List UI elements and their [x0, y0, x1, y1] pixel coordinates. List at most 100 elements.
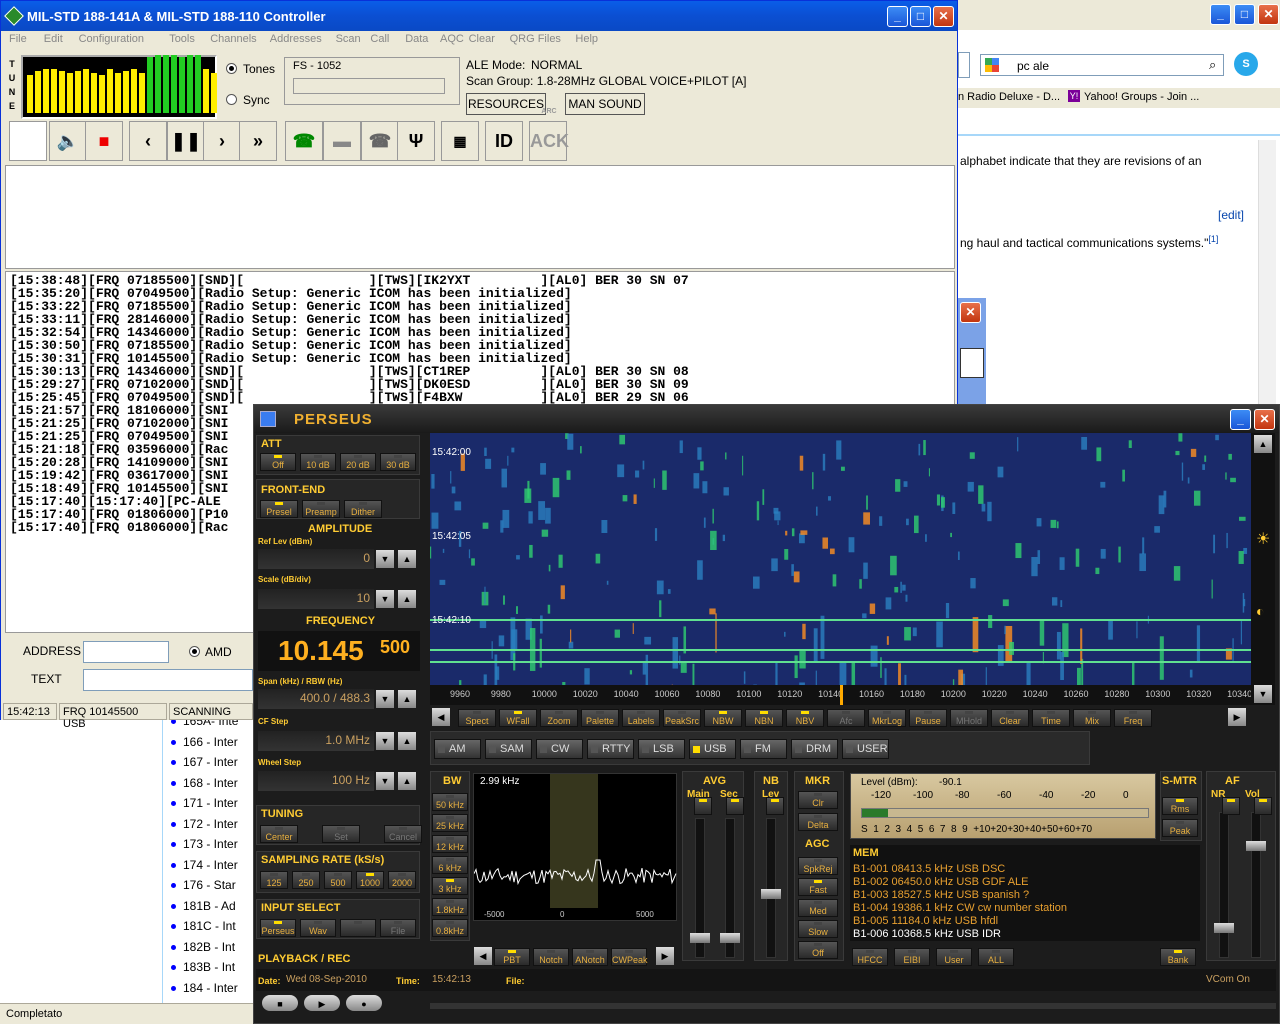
led-toggle[interactable] [1254, 797, 1272, 815]
bw-button-0-8khz[interactable]: 0.8kHz [432, 919, 468, 937]
perseus-button-user[interactable]: User [936, 948, 972, 966]
perseus-button-off[interactable]: Off [260, 453, 296, 471]
agc-button-slow[interactable]: Slow [798, 920, 838, 938]
agc-button-off[interactable]: Off [798, 941, 838, 959]
list-item[interactable]: 166 - Inter [171, 735, 238, 749]
address-field[interactable] [83, 641, 169, 663]
phone-off-icon[interactable]: ☎ [361, 121, 399, 161]
menu-item-channels[interactable]: Channels [210, 33, 256, 45]
close-icon[interactable]: ✕ [960, 302, 981, 323]
man-sound-button[interactable]: MAN SOUND [565, 93, 645, 115]
tuning-marker[interactable] [840, 685, 843, 705]
perseus-button-10-db[interactable]: 10 dB [300, 453, 336, 471]
perseus-button-afc[interactable]: Afc [827, 709, 865, 727]
mode-button-drm[interactable]: DRM [791, 739, 838, 759]
perseus-button-set[interactable]: Set [322, 825, 360, 843]
memory-row[interactable]: B1-004 19386.1 kHz CW cw number station [853, 902, 1067, 914]
led-toggle[interactable] [766, 797, 784, 815]
menu-item-edit[interactable]: Edit [44, 33, 63, 45]
perseus-button-center[interactable]: Center [260, 825, 298, 843]
mode-button-user[interactable]: USER [842, 739, 889, 759]
list-item[interactable]: 181B - Ad [171, 899, 236, 913]
pause-icon[interactable]: ❚❚ [167, 121, 205, 161]
menu-item-file[interactable]: File [9, 33, 27, 45]
chevron-right-icon[interactable]: ▶ [656, 947, 674, 965]
chevron-down-icon[interactable]: ▼ [1254, 685, 1272, 703]
scale-field[interactable]: 10 [258, 589, 374, 609]
antenna-icon[interactable]: Ψ [397, 121, 435, 161]
perseus-button-pause[interactable]: Pause [909, 709, 947, 727]
perseus-button-2000[interactable]: 2000 [388, 871, 416, 889]
mode-button-usb[interactable]: USB [689, 739, 736, 759]
perseus-button-perseus[interactable]: Perseus [260, 919, 296, 937]
amd-radio[interactable] [189, 646, 200, 657]
chevron-up-icon[interactable]: ▲ [398, 550, 416, 568]
smtr-button-peak[interactable]: Peak [1162, 819, 1198, 837]
chevron-down-icon[interactable]: ▼ [376, 550, 394, 568]
prev-icon[interactable]: ‹ [129, 121, 167, 161]
minimize-icon[interactable]: _ [1230, 409, 1251, 430]
memory-row[interactable]: B1-005 11184.0 kHz USB hfdl [853, 915, 998, 927]
menu-item-qrg-files[interactable]: QRG Files [510, 33, 561, 45]
perseus-button-freq[interactable]: Freq [1114, 709, 1152, 727]
perseus-button-pbt[interactable]: PBT [494, 948, 530, 966]
chevron-up-icon[interactable]: ▲ [398, 690, 416, 708]
mode-button-sam[interactable]: SAM [485, 739, 532, 759]
link-yahoo-groups[interactable]: Yahoo! Groups - Join ... [1084, 91, 1199, 103]
perseus-button-mix[interactable]: Mix [1073, 709, 1111, 727]
perseus-button-mkrlog[interactable]: MkrLog [868, 709, 906, 727]
list-item[interactable]: 168 - Inter [171, 776, 238, 790]
chevron-down-icon[interactable]: ▼ [376, 590, 394, 608]
text-field[interactable] [83, 669, 253, 691]
perseus-button-palette[interactable]: Palette [581, 709, 619, 727]
perseus-button-20-db[interactable]: 20 dB [340, 453, 376, 471]
mode-button-am[interactable]: AM [434, 739, 481, 759]
close-icon[interactable]: ✕ [1254, 409, 1275, 430]
mode-button-cw[interactable]: CW [536, 739, 583, 759]
playback-slider[interactable] [430, 1003, 1276, 1009]
perseus-button-250[interactable]: 250 [292, 871, 320, 889]
perseus-button-mhold[interactable]: MHold [950, 709, 988, 727]
memory-row[interactable]: B1-001 08413.5 kHz USB DSC [853, 863, 1005, 875]
maximize-icon[interactable]: □ [910, 6, 931, 27]
perseus-button-notch[interactable]: Notch [533, 948, 569, 966]
chevron-up-icon[interactable]: ▲ [398, 772, 416, 790]
mode-button-lsb[interactable]: LSB [638, 739, 685, 759]
smtr-button-rms[interactable]: Rms [1162, 797, 1198, 815]
memory-row[interactable]: B1-002 06450.0 kHz USB GDF ALE [853, 876, 1028, 888]
list-item[interactable]: 182B - Int [170, 940, 235, 954]
slider-knob[interactable] [761, 889, 781, 899]
avg-main-slider[interactable] [690, 818, 710, 958]
bw-button-12-khz[interactable]: 12 kHz [432, 835, 468, 853]
phone-on-icon[interactable]: ☎ [285, 121, 323, 161]
fast-forward-icon[interactable]: » [239, 121, 277, 161]
vol-slider[interactable] [1246, 812, 1266, 958]
edit-link[interactable]: [edit] [1218, 208, 1244, 222]
perseus-button-anotch[interactable]: ANotch [572, 948, 608, 966]
stop-icon[interactable]: ■ [85, 121, 123, 161]
list-item[interactable]: 184 - Inter [171, 981, 238, 995]
perseus-button-hfcc[interactable]: HFCC [852, 948, 888, 966]
menu-item-addresses[interactable]: Addresses [270, 33, 322, 45]
menu-item-data[interactable]: Data [405, 33, 428, 45]
perseus-button-labels[interactable]: Labels [622, 709, 660, 727]
perseus-button-bank[interactable]: Bank [1160, 948, 1196, 966]
link-radio-deluxe[interactable]: n Radio Deluxe - D... [958, 91, 1060, 103]
menu-item-help[interactable]: Help [575, 33, 598, 45]
memory-list[interactable]: MEM B1-001 08413.5 kHz USB DSC B1-002 064… [850, 845, 1200, 941]
bw-button-25-khz[interactable]: 25 kHz [432, 814, 468, 832]
next-icon[interactable]: › [203, 121, 241, 161]
chevron-right-icon[interactable]: ▶ [1228, 708, 1246, 726]
speaker-icon[interactable]: 🔈 [49, 121, 87, 161]
perseus-button-preamp[interactable]: Preamp [302, 500, 340, 518]
perseus-button-file[interactable]: File [380, 919, 416, 937]
perseus-button-cancel[interactable]: Cancel [384, 825, 422, 843]
led-toggle[interactable] [726, 797, 744, 815]
message-area[interactable] [5, 165, 955, 269]
play-icon[interactable]: ▶ [304, 995, 340, 1011]
bw-button-3-khz[interactable]: 3 kHz [432, 877, 468, 895]
perseus-button-cwpeak[interactable]: CWPeak [611, 948, 648, 966]
led-toggle[interactable] [694, 797, 712, 815]
nr-slider[interactable] [1214, 812, 1234, 958]
memory-row[interactable]: B1-003 18527.5 kHz USB spanish ? [853, 889, 1029, 901]
